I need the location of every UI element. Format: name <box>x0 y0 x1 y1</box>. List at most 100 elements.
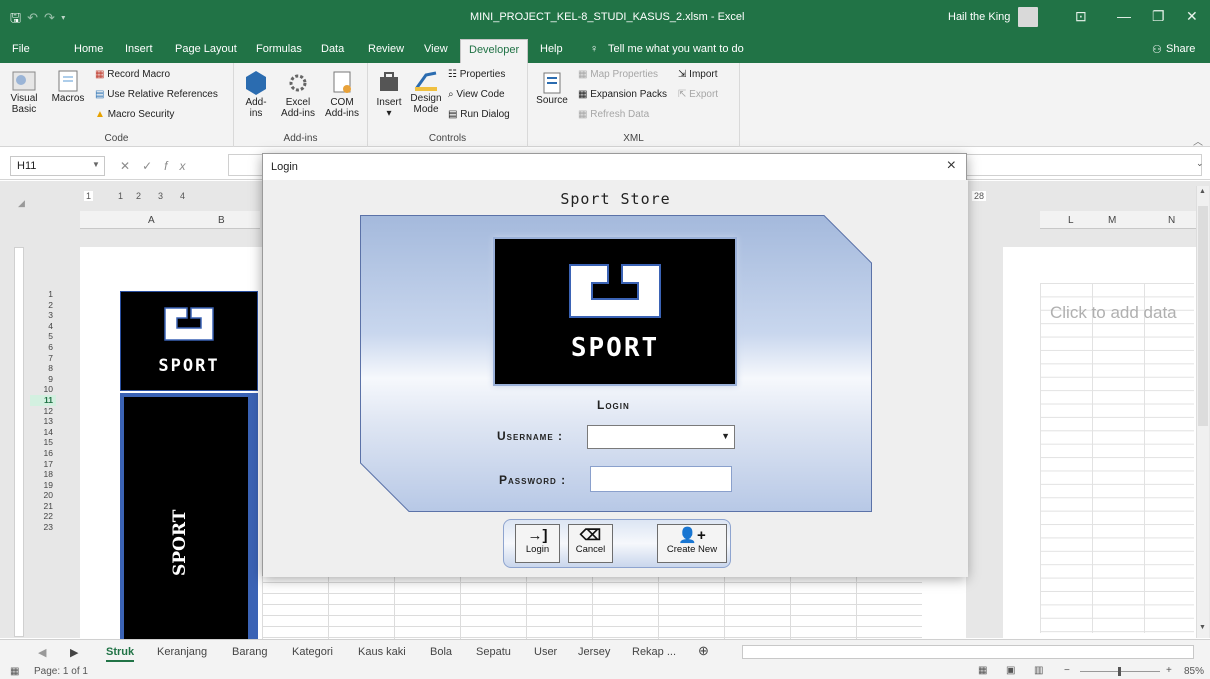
expansion-packs-button[interactable]: ▦ Expansion Packs <box>578 89 667 100</box>
row-header[interactable]: 5 <box>30 331 56 342</box>
column-header-a[interactable]: A <box>148 215 155 226</box>
zoom-out-icon[interactable]: − <box>1064 665 1070 676</box>
row-header[interactable]: 10 <box>30 384 56 395</box>
sheet-tab-sepatu[interactable]: Sepatu <box>476 646 511 658</box>
row-header[interactable]: 8 <box>30 363 56 374</box>
redo-icon[interactable]: ↷ <box>44 10 61 25</box>
name-box[interactable]: H11 <box>10 156 105 176</box>
sheet-tab-user[interactable]: User <box>534 646 557 658</box>
row-header[interactable]: 18 <box>30 469 56 480</box>
tab-insert[interactable]: Insert <box>125 43 153 55</box>
create-new-button[interactable]: 👤+ Create New <box>657 524 727 563</box>
vertical-scrollbar[interactable]: ▲ ▼ <box>1196 186 1209 638</box>
row-header[interactable]: 6 <box>30 342 56 353</box>
scroll-down-icon[interactable]: ▼ <box>1199 624 1206 631</box>
sheet-tab-bola[interactable]: Bola <box>430 646 452 658</box>
record-macro-button[interactable]: ▦ Record Macro <box>95 69 170 80</box>
insert-function-button[interactable]: fx <box>164 159 197 173</box>
minimize-icon[interactable]: — <box>1117 8 1131 24</box>
confirm-entry-icon[interactable]: ✓ <box>142 159 164 173</box>
sheet-tab-barang[interactable]: Barang <box>232 646 267 658</box>
tab-file[interactable]: File <box>12 43 30 55</box>
customize-icon[interactable]: ▾ <box>61 10 72 25</box>
tell-me-search[interactable]: Tell me what you want to do <box>608 43 744 55</box>
zoom-level[interactable]: 85% <box>1184 666 1204 677</box>
sheet-cells[interactable] <box>262 571 922 641</box>
save-icon[interactable]: 🖫 <box>10 10 27 25</box>
row-header[interactable]: 21 <box>30 501 56 512</box>
row-header[interactable]: 9 <box>30 374 56 385</box>
source-button[interactable]: Source <box>534 71 570 106</box>
collapse-ribbon-icon[interactable]: ︿ <box>1193 133 1203 148</box>
refresh-data-button[interactable]: ▦ Refresh Data <box>578 109 649 120</box>
tab-view[interactable]: View <box>424 43 448 55</box>
tab-home[interactable]: Home <box>74 43 103 55</box>
add-ins-button[interactable]: Add-ins <box>242 69 270 119</box>
sheet-tab-struk[interactable]: Struk <box>106 646 135 662</box>
login-button[interactable]: →] Login <box>515 524 560 563</box>
sheet-tab-jersey[interactable]: Jersey <box>578 646 610 658</box>
page-break-view-icon[interactable]: ▥ <box>1034 665 1043 676</box>
row-header[interactable]: 2 <box>30 300 56 311</box>
zoom-slider-thumb[interactable] <box>1118 667 1121 676</box>
tab-page-layout[interactable]: Page Layout <box>175 43 237 55</box>
close-icon[interactable]: ✕ <box>1186 8 1198 25</box>
restore-icon[interactable]: ❐ <box>1152 8 1165 25</box>
tab-help[interactable]: Help <box>540 43 563 55</box>
use-relative-references-button[interactable]: ▤ Use Relative References <box>95 89 218 100</box>
visual-basic-button[interactable]: Visual Basic <box>6 69 42 115</box>
select-all-icon[interactable]: ◢ <box>18 198 25 209</box>
user-name[interactable]: Hail the King <box>948 11 1010 23</box>
cancel-button[interactable]: ⌫ Cancel <box>568 524 613 563</box>
macros-button[interactable]: Macros <box>48 69 88 104</box>
next-sheet-icon[interactable]: ▶ <box>70 646 78 659</box>
add-sheet-icon[interactable]: ⊕ <box>698 643 709 659</box>
row-header[interactable]: 3 <box>30 310 56 321</box>
row-header[interactable]: 22 <box>30 511 56 522</box>
row-header[interactable]: 20 <box>30 490 56 501</box>
row-header-selected[interactable]: 11 <box>30 394 56 406</box>
row-header[interactable]: 15 <box>30 437 56 448</box>
import-button[interactable]: ⇲ Import <box>678 69 718 80</box>
sheet-tab-rekap[interactable]: Rekap ... <box>632 646 676 658</box>
row-header[interactable]: 16 <box>30 448 56 459</box>
column-header-n[interactable]: N <box>1168 215 1175 226</box>
row-header[interactable]: 14 <box>30 427 56 438</box>
dialog-close-icon[interactable]: × <box>947 157 956 175</box>
row-header[interactable]: 17 <box>30 459 56 470</box>
excel-add-ins-button[interactable]: Excel Add-ins <box>278 69 318 119</box>
run-dialog-button[interactable]: ▤ Run Dialog <box>448 109 510 120</box>
insert-control-button[interactable]: Insert ▾ <box>374 69 404 119</box>
horizontal-scrollbar[interactable] <box>742 645 1194 659</box>
row-header[interactable]: 23 <box>30 522 56 533</box>
ribbon-display-icon[interactable]: ⊡ <box>1075 8 1087 25</box>
com-add-ins-button[interactable]: COM Add-ins <box>322 69 362 119</box>
click-to-add-data[interactable]: Click to add data <box>1050 303 1177 323</box>
export-button[interactable]: ⇱ Export <box>678 89 718 100</box>
row-header[interactable]: 1 <box>30 289 56 300</box>
sheet-tab-keranjang[interactable]: Keranjang <box>157 646 207 658</box>
sheet-tab-kaus-kaki[interactable]: Kaus kaki <box>358 646 406 658</box>
properties-button[interactable]: ☷ Properties <box>448 69 505 80</box>
row-header[interactable]: 19 <box>30 480 56 491</box>
scroll-thumb[interactable] <box>1198 206 1208 426</box>
zoom-in-icon[interactable]: + <box>1166 665 1172 676</box>
map-properties-button[interactable]: ▦ Map Properties <box>578 69 658 80</box>
page-layout-view-icon[interactable]: ▣ <box>1006 665 1015 676</box>
username-combobox[interactable]: ▼ <box>587 425 735 449</box>
chevron-down-icon[interactable]: ▼ <box>92 160 100 169</box>
prev-sheet-icon[interactable]: ◀ <box>38 646 46 659</box>
tab-data[interactable]: Data <box>321 43 344 55</box>
column-header-l[interactable]: L <box>1068 215 1074 226</box>
design-mode-button[interactable]: Design Mode <box>408 69 444 115</box>
row-header[interactable]: 4 <box>30 321 56 332</box>
view-code-button[interactable]: ⌕ View Code <box>448 89 505 100</box>
normal-view-icon[interactable]: ▦ <box>978 665 987 676</box>
column-header-m[interactable]: M <box>1108 215 1116 226</box>
row-header[interactable]: 13 <box>30 416 56 427</box>
tab-review[interactable]: Review <box>368 43 404 55</box>
expand-formula-icon[interactable]: ⌄ <box>1196 158 1204 169</box>
column-header-b[interactable]: B <box>218 215 225 226</box>
cancel-entry-icon[interactable]: ✕ <box>120 159 142 173</box>
row-header[interactable]: 12 <box>30 406 56 417</box>
